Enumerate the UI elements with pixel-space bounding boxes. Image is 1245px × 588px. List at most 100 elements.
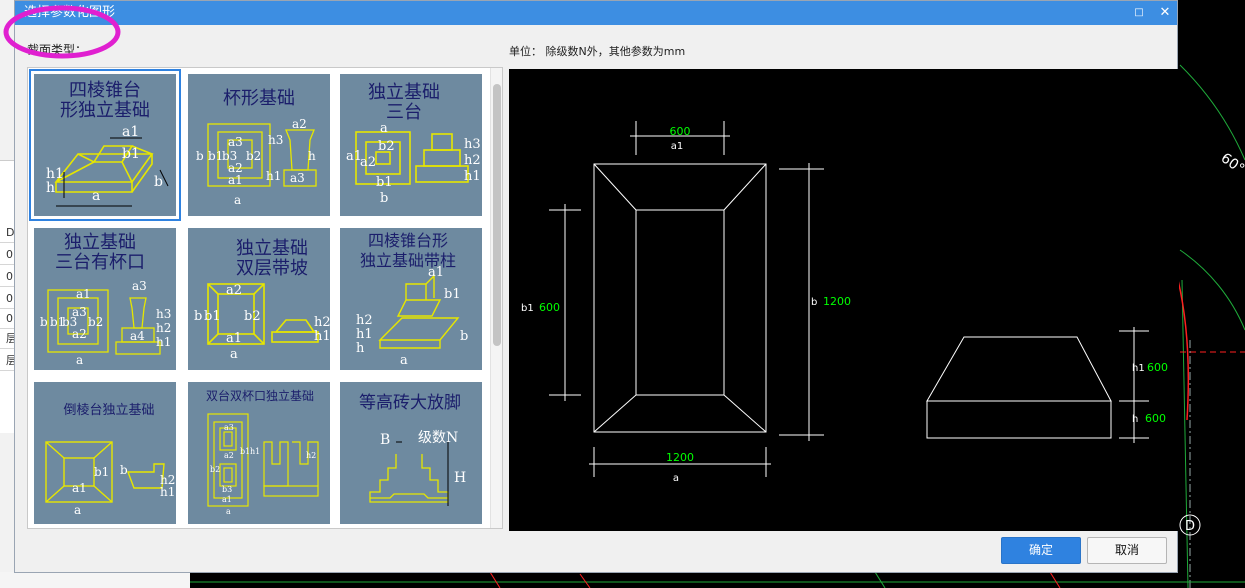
- dim-label: b3: [222, 485, 232, 494]
- dim-label: a1: [76, 287, 91, 301]
- dim-label: a1: [346, 149, 362, 164]
- shape-tile-three-step-cup-footing[interactable]: 独立基础三台有杯口 a1 a3 a2 b b1 b3 b2 a3 a4 h3 h…: [34, 228, 176, 370]
- dim-label: a2: [292, 117, 307, 131]
- dim-label: b: [154, 174, 163, 190]
- dim-label: a: [380, 121, 388, 136]
- dim-label: a3: [132, 279, 147, 293]
- dim-label: h1: [250, 447, 260, 456]
- dim-label: a1: [228, 173, 243, 187]
- scrollbar-thumb[interactable]: [493, 84, 501, 346]
- background-status-strip: [0, 572, 190, 588]
- dim-label: b3: [62, 315, 77, 329]
- dialog-title: 选择参数化图形: [24, 5, 116, 20]
- dim-label: h2: [306, 451, 316, 460]
- dim-label: b: [196, 149, 204, 163]
- dim-label: a3: [224, 423, 234, 432]
- dim-label-h1: h1: [1132, 363, 1145, 374]
- shape-thumbnail: 四棱锥台形独立基础带柱 a1 b1 h2 h1 h b a: [356, 231, 468, 368]
- dim-label: a: [230, 347, 238, 362]
- shape-thumbnail: 等高砖大放脚 B 级数N H: [359, 393, 466, 506]
- table-row: D: [0, 223, 14, 243]
- shape-tile-title: 等高砖大放脚: [359, 393, 461, 413]
- shape-tile-double-cup-footing[interactable]: 双台双杯口独立基础 a3 a2 b2 b3 b1 h1 h2 a1 a: [188, 382, 330, 524]
- dim-label: b2: [88, 315, 103, 329]
- dim-label: a: [76, 353, 83, 367]
- shape-thumbnail: 独立基础三台有杯口 a1 a3 a2 b b1 b3 b2 a3 a4 h3 h…: [40, 232, 171, 367]
- footing-section-base: [926, 400, 1112, 439]
- dim-label: h3: [156, 307, 171, 321]
- shape-tile-double-slope-footing[interactable]: 独立基础双层带坡 a2 b b1 b2 a1 a h2 h1: [188, 228, 330, 370]
- unit-label: 单位： 除级数N外，其他参数为mm: [509, 45, 686, 58]
- shape-tile-title: 独立基础双层带坡: [236, 238, 308, 279]
- shape-tile-pyramid-frustum-footing[interactable]: 四棱锥台形独立基础 a1 b1 h1 h a b: [29, 69, 181, 221]
- parametric-shape-dialog: 选择参数化图形 □ ✕ 截面类型： 单位： 除级数N外，其他参数为mm 四棱锥台…: [14, 0, 1179, 573]
- close-icon[interactable]: ✕: [1157, 5, 1173, 21]
- dim-label: b1: [376, 175, 393, 190]
- table-row: 0: [0, 245, 14, 265]
- dim-label: a: [234, 193, 241, 207]
- shape-tile-inverted-frustum-footing[interactable]: 倒棱台独立基础 b1 b a1 a h2 h1: [34, 382, 176, 524]
- footing-section-top: [926, 336, 1112, 402]
- shape-tile-three-step-footing[interactable]: 独立基础三台 b2 a2 a1 a b1 b h3 h2 h1: [340, 74, 482, 216]
- dim-label: b2: [244, 309, 261, 324]
- dim-label: a2: [226, 283, 242, 298]
- dim-label: h1: [266, 169, 281, 183]
- table-row: 层: [0, 351, 14, 371]
- dim-label: a3: [228, 135, 243, 149]
- shape-thumbnail: 双台双杯口独立基础 a3 a2 b2 b3 b1 h1 h2 a1 a: [206, 388, 319, 516]
- dim-label: a4: [130, 329, 145, 343]
- dim-label: a: [74, 503, 81, 517]
- dim-label: b: [40, 315, 48, 329]
- dim-label: h2: [156, 321, 171, 335]
- shape-tile-pyramid-footing-with-column[interactable]: 四棱锥台形独立基础带柱 a1 b1 h2 h1 h b a: [340, 228, 482, 370]
- dim-label: b1: [444, 287, 461, 302]
- dialog-titlebar[interactable]: 选择参数化图形 □ ✕: [15, 1, 1177, 25]
- shape-gallery: 四棱锥台形独立基础 a1 b1 h1 h a b 杯形基础 a2 h3 b b1…: [27, 67, 503, 529]
- dim-label: b: [120, 463, 128, 477]
- table-row: 层: [0, 329, 14, 349]
- maximize-icon[interactable]: □: [1131, 5, 1147, 21]
- dim-value-a1: 600: [670, 125, 691, 138]
- ok-button[interactable]: 确定: [1001, 537, 1081, 564]
- dim-label: a: [400, 353, 408, 368]
- shape-tile-cup-footing[interactable]: 杯形基础 a2 h3 b b1 b3 b2 h a3 a2 a1 h1 a3 a: [188, 74, 330, 216]
- dim-label: h1: [464, 169, 481, 184]
- table-row: 0: [0, 309, 14, 329]
- dim-label-b1: b1: [521, 303, 534, 314]
- shape-thumbnail: 独立基础三台 b2 a2 a1 a b1 b h3 h2 h1: [346, 82, 481, 206]
- dim-label: h1: [160, 485, 175, 499]
- shape-thumbnail: 倒棱台独立基础 b1 b a1 a h2 h1: [45, 402, 175, 517]
- dim-label: a1: [428, 265, 444, 280]
- section-type-label: 截面类型：: [27, 43, 88, 57]
- dim-label: h2: [464, 153, 481, 168]
- axis-label: D: [1185, 519, 1195, 534]
- footing-outer-outline: [593, 163, 767, 433]
- dim-label: a1: [226, 331, 242, 346]
- table-row: 0: [0, 267, 14, 287]
- dim-label: b2: [210, 465, 220, 474]
- dim-label: b: [194, 309, 202, 324]
- dim-label: a2: [224, 451, 234, 460]
- dim-value-b: 1200: [823, 295, 851, 308]
- dim-label: h: [46, 180, 55, 196]
- dim-label: a1: [122, 124, 139, 140]
- shape-tile-brick-stepped-foundation[interactable]: 等高砖大放脚 B 级数N H: [340, 382, 482, 524]
- dim-label: a1: [72, 481, 87, 495]
- dim-label: h: [308, 149, 316, 163]
- dim-label: h1: [156, 335, 171, 349]
- shape-tile-title: 四棱锥台形独立基础: [60, 80, 150, 121]
- dim-value-h: 600: [1145, 412, 1166, 425]
- gallery-next-row-peek: [28, 524, 490, 528]
- dim-label: h3: [268, 133, 283, 147]
- dim-label: H: [454, 470, 466, 486]
- cancel-button[interactable]: 取消: [1087, 537, 1167, 564]
- gallery-scrollbar[interactable]: [490, 68, 502, 528]
- shape-tile-title: 倒棱台独立基础: [63, 402, 154, 418]
- dim-label-a: a: [673, 473, 679, 484]
- shape-thumbnail: 独立基础双层带坡 a2 b b1 b2 a1 a h2 h1: [194, 238, 330, 362]
- dim-label: b2: [378, 139, 395, 154]
- dim-label: h2: [356, 313, 373, 328]
- shape-thumbnail: 杯形基础 a2 h3 b b1 b3 b2 h a3 a2 a1 h1 a3 a: [196, 88, 317, 207]
- table-row: 0: [0, 289, 14, 309]
- dim-label: b1: [122, 146, 140, 162]
